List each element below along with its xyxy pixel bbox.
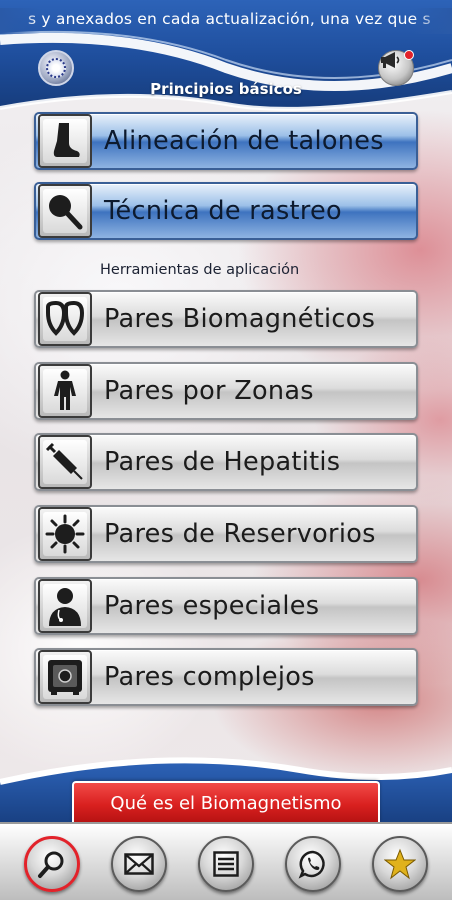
what-is-biomagnetism-button[interactable]: Qué es el Biomagnetismo [72,781,380,823]
section-title-basics: Principios básicos [150,80,302,98]
mail-icon [124,853,154,875]
list-icon [213,851,239,877]
menu-label: Pares de Hepatitis [104,447,341,477]
menu-button-pares-zonas[interactable]: Pares por Zonas [34,362,418,420]
menu-label: Pares Biomagnéticos [104,304,376,334]
menu-label: Técnica de rastreo [104,196,342,226]
seal-inner [46,58,66,78]
safe-icon [38,650,92,704]
syringe-icon [38,435,92,489]
header: s y anexados en cada actualización, una … [0,0,452,112]
menu-label: Pares de Reservorios [104,519,376,549]
menu-button-pares-biomagneticos[interactable]: Pares Biomagnéticos [34,290,418,348]
notification-dot [404,50,414,60]
virus-icon [38,507,92,561]
foot-icon [38,114,92,168]
menu-button-alineacion[interactable]: Alineación de talones [34,112,418,170]
menu-button-pares-hepatitis[interactable]: Pares de Hepatitis [34,433,418,491]
news-ticker: s y anexados en cada actualización, una … [28,10,431,28]
ticker-fade-left [0,8,40,34]
doctor-icon [38,579,92,633]
menu-label: Pares especiales [104,591,320,621]
nav-search-button[interactable] [24,836,80,892]
nav-favorites-button[interactable] [372,836,428,892]
nav-mail-button[interactable] [111,836,167,892]
human-body-icon [38,364,92,418]
nav-list-button[interactable] [198,836,254,892]
search-icon [38,851,64,878]
menu-label: Alineación de talones [104,126,384,156]
menu-label: Pares por Zonas [104,376,314,406]
menu-button-pares-complejos[interactable]: Pares complejos [34,648,418,706]
megaphone-icon [381,52,400,68]
menu-label: Pares complejos [104,662,315,692]
ticker-fade-right [412,8,452,34]
section-title-tools: Herramientas de aplicación [100,262,300,278]
menu-button-rastreo[interactable]: Técnica de rastreo [34,182,418,240]
menu-button-pares-especiales[interactable]: Pares especiales [34,577,418,635]
nav-whatsapp-button[interactable] [285,836,341,892]
star-icon [384,848,416,880]
bottom-navbar [0,822,452,900]
menu-button-pares-reservorios[interactable]: Pares de Reservorios [34,505,418,563]
magnets-pair-icon [38,292,92,346]
magnet-probe-icon [38,184,92,238]
whatsapp-icon [298,850,325,879]
